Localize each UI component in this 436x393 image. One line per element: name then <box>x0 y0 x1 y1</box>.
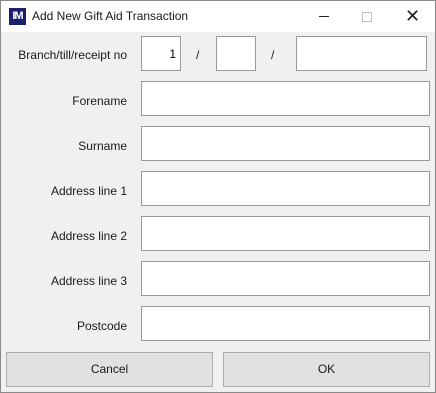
surname-input[interactable] <box>141 126 430 161</box>
forename-label: Forename <box>72 94 127 108</box>
dialog-window: IM Add New Gift Aid Transaction ✕ Branch… <box>0 0 436 393</box>
title-bar[interactable]: IM Add New Gift Aid Transaction ✕ <box>1 1 435 32</box>
address-line-2-input[interactable] <box>141 216 430 251</box>
cancel-button[interactable]: Cancel <box>6 352 213 387</box>
forename-input[interactable] <box>141 81 430 116</box>
app-icon: IM <box>9 8 26 25</box>
receipt-input[interactable] <box>296 36 427 71</box>
branch-input[interactable] <box>141 36 181 71</box>
till-input[interactable] <box>216 36 256 71</box>
address-line-2-label: Address line 2 <box>50 229 127 243</box>
maximize-button <box>344 1 389 32</box>
separator-1: / <box>196 48 200 62</box>
window-title: Add New Gift Aid Transaction <box>32 9 189 23</box>
surname-label: Surname <box>78 139 127 153</box>
close-icon: ✕ <box>404 6 421 26</box>
address-line-1-input[interactable] <box>141 171 430 206</box>
maximize-icon <box>361 11 372 22</box>
address-line-1-label: Address line 1 <box>50 184 127 198</box>
postcode-label: Postcode <box>76 319 127 333</box>
separator-2: / <box>271 48 275 62</box>
minimize-icon <box>318 16 329 18</box>
close-button[interactable]: ✕ <box>390 1 435 32</box>
postcode-input[interactable] <box>141 306 430 341</box>
branch-till-receipt-label: Branch/till/receipt no <box>18 48 127 62</box>
address-line-3-label: Address line 3 <box>50 274 127 288</box>
address-line-3-input[interactable] <box>141 261 430 296</box>
minimize-button[interactable] <box>301 1 346 32</box>
ok-button[interactable]: OK <box>223 352 430 387</box>
